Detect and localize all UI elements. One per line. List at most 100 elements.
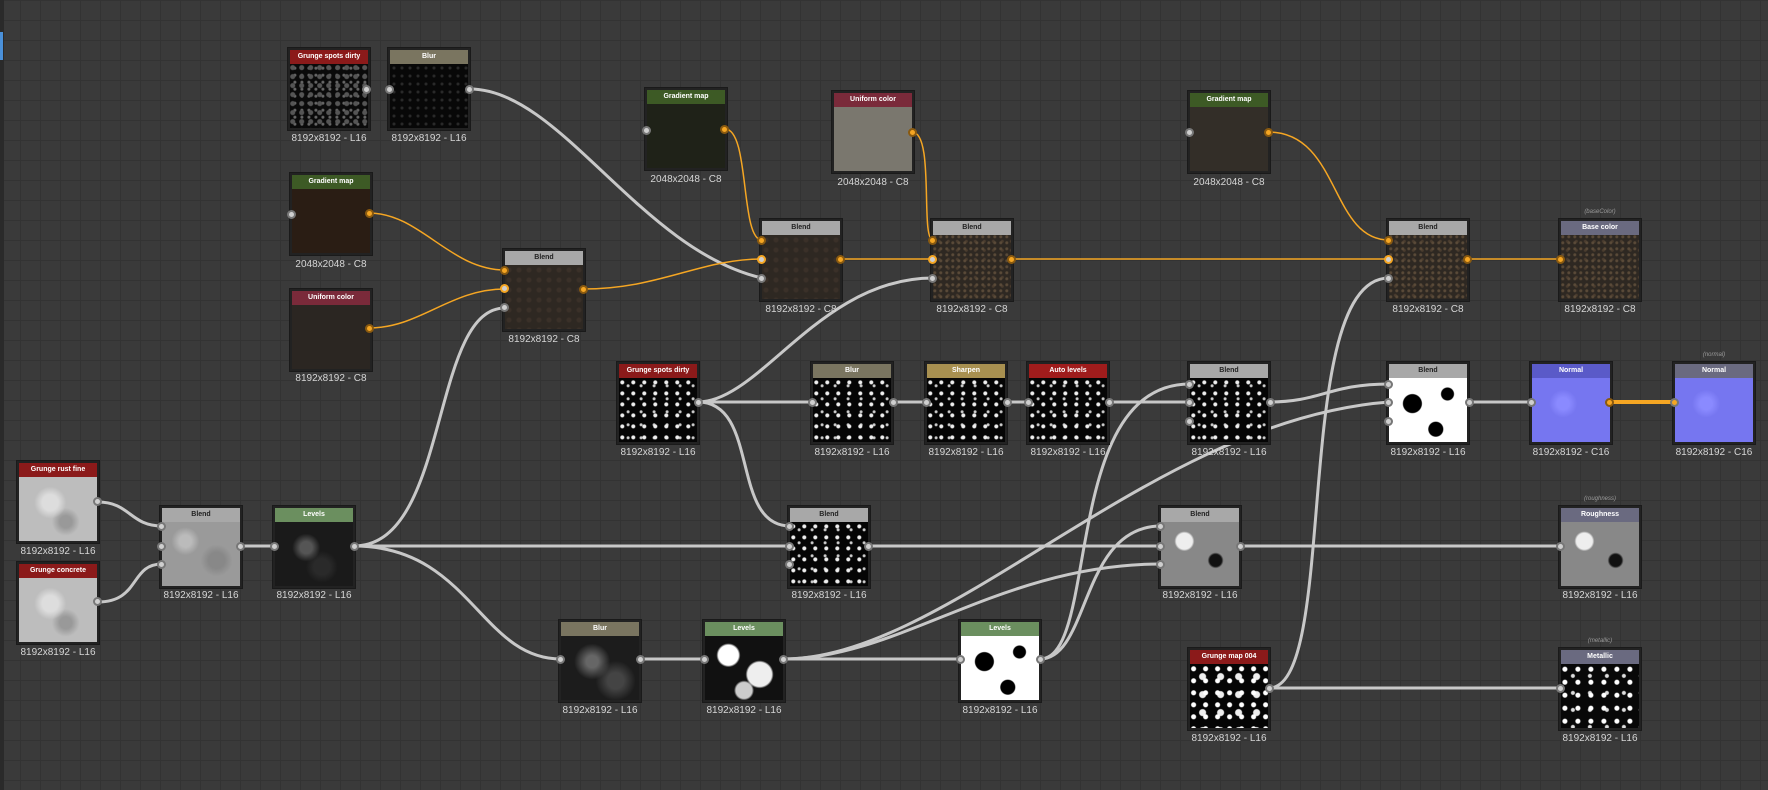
output-port[interactable] xyxy=(1236,542,1245,551)
input-port[interactable] xyxy=(642,126,651,135)
input-port[interactable] xyxy=(1156,542,1165,551)
node-blur-2[interactable]: Blur xyxy=(810,361,894,445)
output-port[interactable] xyxy=(236,542,245,551)
input-port[interactable] xyxy=(757,255,766,264)
node-levels-3[interactable]: Levels xyxy=(958,619,1042,703)
output-port[interactable] xyxy=(694,398,703,407)
node-gradient-map-2[interactable]: Gradient map xyxy=(644,87,728,171)
node-blend-8[interactable]: Blend xyxy=(787,505,871,589)
output-port[interactable] xyxy=(1463,255,1472,264)
output-port[interactable] xyxy=(1105,398,1114,407)
input-port[interactable] xyxy=(922,398,931,407)
input-port[interactable] xyxy=(928,274,937,283)
node-grunge-map-004[interactable]: Grunge map 004 xyxy=(1187,647,1271,731)
node-grunge-concrete[interactable]: Grunge concrete xyxy=(16,561,100,645)
output-port[interactable] xyxy=(579,285,588,294)
input-port[interactable] xyxy=(1384,236,1393,245)
input-port[interactable] xyxy=(1556,684,1565,693)
input-port[interactable] xyxy=(785,542,794,551)
output-port[interactable] xyxy=(864,542,873,551)
input-port[interactable] xyxy=(1527,398,1536,407)
output-port[interactable] xyxy=(350,542,359,551)
input-port[interactable] xyxy=(785,522,794,531)
input-port[interactable] xyxy=(385,85,394,94)
input-port[interactable] xyxy=(1384,398,1393,407)
node-uniform-color-1[interactable]: Uniform color xyxy=(289,288,373,372)
output-port[interactable] xyxy=(889,398,898,407)
input-port[interactable] xyxy=(157,522,166,531)
output-port[interactable] xyxy=(362,85,371,94)
input-port[interactable] xyxy=(1384,380,1393,389)
output-port[interactable] xyxy=(93,597,102,606)
output-port[interactable] xyxy=(636,655,645,664)
output-port[interactable] xyxy=(365,209,374,218)
input-port[interactable] xyxy=(500,284,509,293)
node-blur-1[interactable]: Blur xyxy=(387,47,471,131)
node-base-color-output[interactable]: Base color xyxy=(1558,218,1642,302)
node-normal-output[interactable]: Normal xyxy=(1672,361,1756,445)
node-blend-2[interactable]: Blend xyxy=(759,218,843,302)
output-port[interactable] xyxy=(779,655,788,664)
output-port[interactable] xyxy=(1264,128,1273,137)
output-port[interactable] xyxy=(1605,398,1614,407)
node-uniform-color-2[interactable]: Uniform color xyxy=(831,90,915,174)
node-blend-9[interactable]: Blend xyxy=(1158,505,1242,589)
input-port[interactable] xyxy=(1670,398,1679,407)
node-auto-levels[interactable]: Auto levels xyxy=(1026,361,1110,445)
input-port[interactable] xyxy=(785,560,794,569)
input-port[interactable] xyxy=(556,655,565,664)
node-levels-2[interactable]: Levels xyxy=(702,619,786,703)
input-port[interactable] xyxy=(700,655,709,664)
node-blend-4[interactable]: Blend xyxy=(1386,218,1470,302)
node-gradient-map-3[interactable]: Gradient map xyxy=(1187,90,1271,174)
output-port[interactable] xyxy=(908,128,917,137)
node-normal[interactable]: Normal xyxy=(1529,361,1613,445)
node-grunge-spots-dirty-1[interactable]: Grunge spots dirty xyxy=(287,47,371,131)
output-port[interactable] xyxy=(1007,255,1016,264)
input-port[interactable] xyxy=(757,236,766,245)
input-port[interactable] xyxy=(1384,274,1393,283)
node-blend-7[interactable]: Blend xyxy=(159,505,243,589)
input-port[interactable] xyxy=(956,655,965,664)
output-port[interactable] xyxy=(1036,655,1045,664)
input-port[interactable] xyxy=(1024,398,1033,407)
input-port[interactable] xyxy=(500,266,509,275)
output-port[interactable] xyxy=(1265,684,1274,693)
input-port[interactable] xyxy=(1156,522,1165,531)
input-port[interactable] xyxy=(1384,417,1393,426)
input-port[interactable] xyxy=(1185,417,1194,426)
input-port[interactable] xyxy=(1185,398,1194,407)
node-levels-1[interactable]: Levels xyxy=(272,505,356,589)
input-port[interactable] xyxy=(287,210,296,219)
input-port[interactable] xyxy=(928,255,937,264)
node-sharpen[interactable]: Sharpen xyxy=(924,361,1008,445)
input-port[interactable] xyxy=(928,236,937,245)
node-blend-3[interactable]: Blend xyxy=(930,218,1014,302)
node-metallic-output[interactable]: Metallic xyxy=(1558,647,1642,731)
output-port[interactable] xyxy=(365,324,374,333)
input-port[interactable] xyxy=(500,303,509,312)
output-port[interactable] xyxy=(720,125,729,134)
input-port[interactable] xyxy=(157,560,166,569)
input-port[interactable] xyxy=(1156,560,1165,569)
node-blur-3[interactable]: Blur xyxy=(558,619,642,703)
input-port[interactable] xyxy=(270,542,279,551)
node-grunge-rust-fine[interactable]: Grunge rust fine xyxy=(16,460,100,544)
output-port[interactable] xyxy=(1465,398,1474,407)
output-port[interactable] xyxy=(465,85,474,94)
output-port[interactable] xyxy=(836,255,845,264)
output-port[interactable] xyxy=(93,497,102,506)
node-blend-1[interactable]: Blend xyxy=(502,248,586,332)
input-port[interactable] xyxy=(1556,255,1565,264)
input-port[interactable] xyxy=(1556,542,1565,551)
input-port[interactable] xyxy=(1384,255,1393,264)
node-blend-6[interactable]: Blend xyxy=(1386,361,1470,445)
output-port[interactable] xyxy=(1003,398,1012,407)
input-port[interactable] xyxy=(808,398,817,407)
input-port[interactable] xyxy=(1185,128,1194,137)
input-port[interactable] xyxy=(1185,380,1194,389)
node-gradient-map-1[interactable]: Gradient map xyxy=(289,172,373,256)
node-blend-5[interactable]: Blend xyxy=(1187,361,1271,445)
input-port[interactable] xyxy=(757,274,766,283)
node-roughness-output[interactable]: Roughness xyxy=(1558,505,1642,589)
